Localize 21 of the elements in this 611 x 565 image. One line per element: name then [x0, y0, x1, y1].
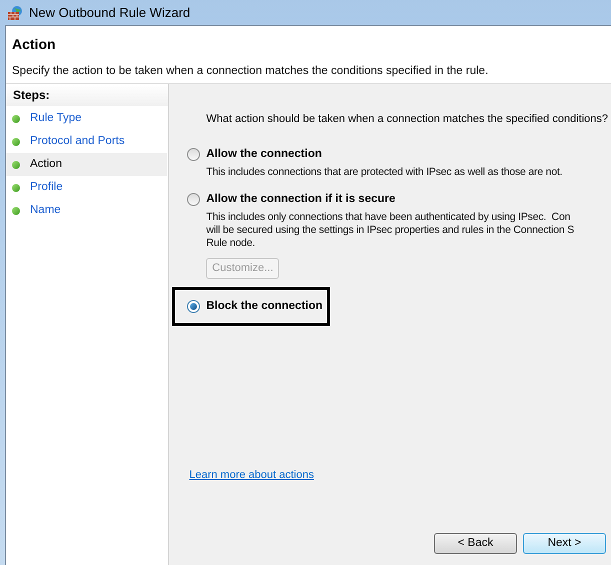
radio-button[interactable] — [187, 300, 200, 314]
option-description: This includes only connections that have been authenticated by using IPsec. Con will be secured using the settings in IPsec properties and rules in the Connection S Rule node. — [205, 211, 576, 250]
page-subtitle: Specify the action to be taken when a connection matches the conditions specified in the rule. — [12, 64, 490, 79]
option-label[interactable]: Allow the connection — [206, 146, 322, 163]
firewall-globe-icon — [7, 4, 23, 20]
step-item[interactable]: Protocol and Ports — [6, 130, 168, 153]
question-text: What action should be taken when a connection matches the specified conditions? — [205, 112, 608, 127]
learn-more-link[interactable]: Learn more about actions — [189, 466, 314, 483]
window-title: New Outbound Rule Wizard — [29, 4, 190, 22]
option-label[interactable]: Block the connection — [206, 298, 323, 316]
step-item[interactable]: Profile — [6, 176, 168, 199]
radio-button[interactable] — [187, 192, 200, 206]
wizard-button[interactable]: < Back — [434, 533, 517, 554]
step-item[interactable]: Rule Type — [6, 107, 168, 130]
wizard-button[interactable]: Next > — [523, 533, 606, 554]
radio-button[interactable] — [187, 148, 200, 161]
option-label[interactable]: Allow the connection if it is secure — [206, 190, 396, 208]
option-description: This includes connections that are protected with IPsec as well as those are not. — [205, 166, 564, 179]
step-item[interactable]: Action — [6, 153, 168, 176]
step-item[interactable]: Name — [6, 199, 168, 222]
page-title: Action — [12, 35, 57, 54]
